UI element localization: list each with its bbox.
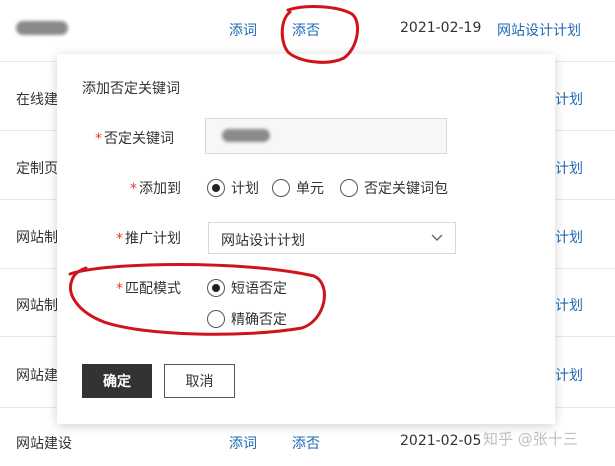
radio-circle[interactable]	[340, 179, 358, 197]
add-to-unit-radio[interactable]: 单元	[272, 178, 324, 198]
add-negative-link[interactable]: 添否	[292, 433, 320, 453]
plan-link[interactable]: 网站设计计划	[497, 20, 581, 40]
campaign-label: * 推广计划	[116, 231, 181, 247]
plan-link[interactable]: 计划	[555, 365, 583, 385]
plan-link[interactable]: 计划	[555, 227, 583, 247]
keyword-cell: 网站建	[16, 368, 58, 384]
radio-circle[interactable]	[207, 310, 225, 328]
blurred-keyword	[222, 129, 270, 142]
keyword-cell: 网站制	[16, 230, 58, 246]
plan-link[interactable]: 计划	[555, 89, 583, 109]
radio-circle[interactable]	[207, 279, 225, 297]
date-cell: 2021-02-05	[400, 433, 482, 449]
dialog-title: 添加否定关键词	[82, 81, 180, 97]
keyword-cell: 网站建设	[16, 436, 72, 452]
add-to-plan-radio[interactable]: 计划	[207, 178, 259, 198]
add-to-package-radio[interactable]: 否定关键词包	[340, 178, 448, 198]
radio-circle[interactable]	[207, 179, 225, 197]
confirm-button[interactable]: 确定	[82, 364, 152, 398]
add-negative-keyword-dialog: 添加否定关键词 * 否定关键词 * 添加到 计划 单元 否定关键词包 * 推广计划 网…	[57, 54, 555, 424]
add-to-label: * 添加到	[130, 181, 181, 197]
blurred-keyword	[16, 21, 68, 35]
add-word-link[interactable]: 添词	[229, 433, 257, 453]
required-mark: *	[95, 131, 102, 147]
exact-negative-radio[interactable]: 精确否定	[207, 309, 287, 329]
plan-link[interactable]: 计划	[555, 158, 583, 178]
campaign-select-value: 网站设计计划	[221, 233, 305, 249]
required-mark: *	[130, 181, 137, 197]
keyword-cell	[16, 20, 68, 36]
neg-keyword-label: * 否定关键词	[95, 131, 174, 147]
add-negative-link[interactable]: 添否	[292, 20, 320, 40]
campaign-select[interactable]: 网站设计计划	[208, 222, 456, 254]
required-mark: *	[116, 281, 123, 297]
date-cell: 2021-02-19	[400, 20, 482, 36]
required-mark: *	[116, 231, 123, 247]
cancel-button[interactable]: 取消	[164, 364, 235, 398]
chevron-down-icon	[431, 234, 443, 241]
phrase-negative-radio[interactable]: 短语否定	[207, 278, 287, 298]
keyword-cell: 网站制	[16, 298, 58, 314]
radio-circle[interactable]	[272, 179, 290, 197]
add-word-link[interactable]: 添词	[229, 20, 257, 40]
table-row: 添词 添否 2021-02-19 网站设计计划	[0, 0, 615, 62]
match-mode-label: * 匹配模式	[116, 281, 181, 297]
keyword-cell: 定制页	[16, 161, 58, 177]
neg-keyword-input[interactable]	[205, 118, 447, 154]
keyword-cell: 在线建	[16, 92, 58, 108]
watermark: 知乎 @张十三	[483, 430, 578, 448]
plan-link[interactable]: 计划	[555, 295, 583, 315]
